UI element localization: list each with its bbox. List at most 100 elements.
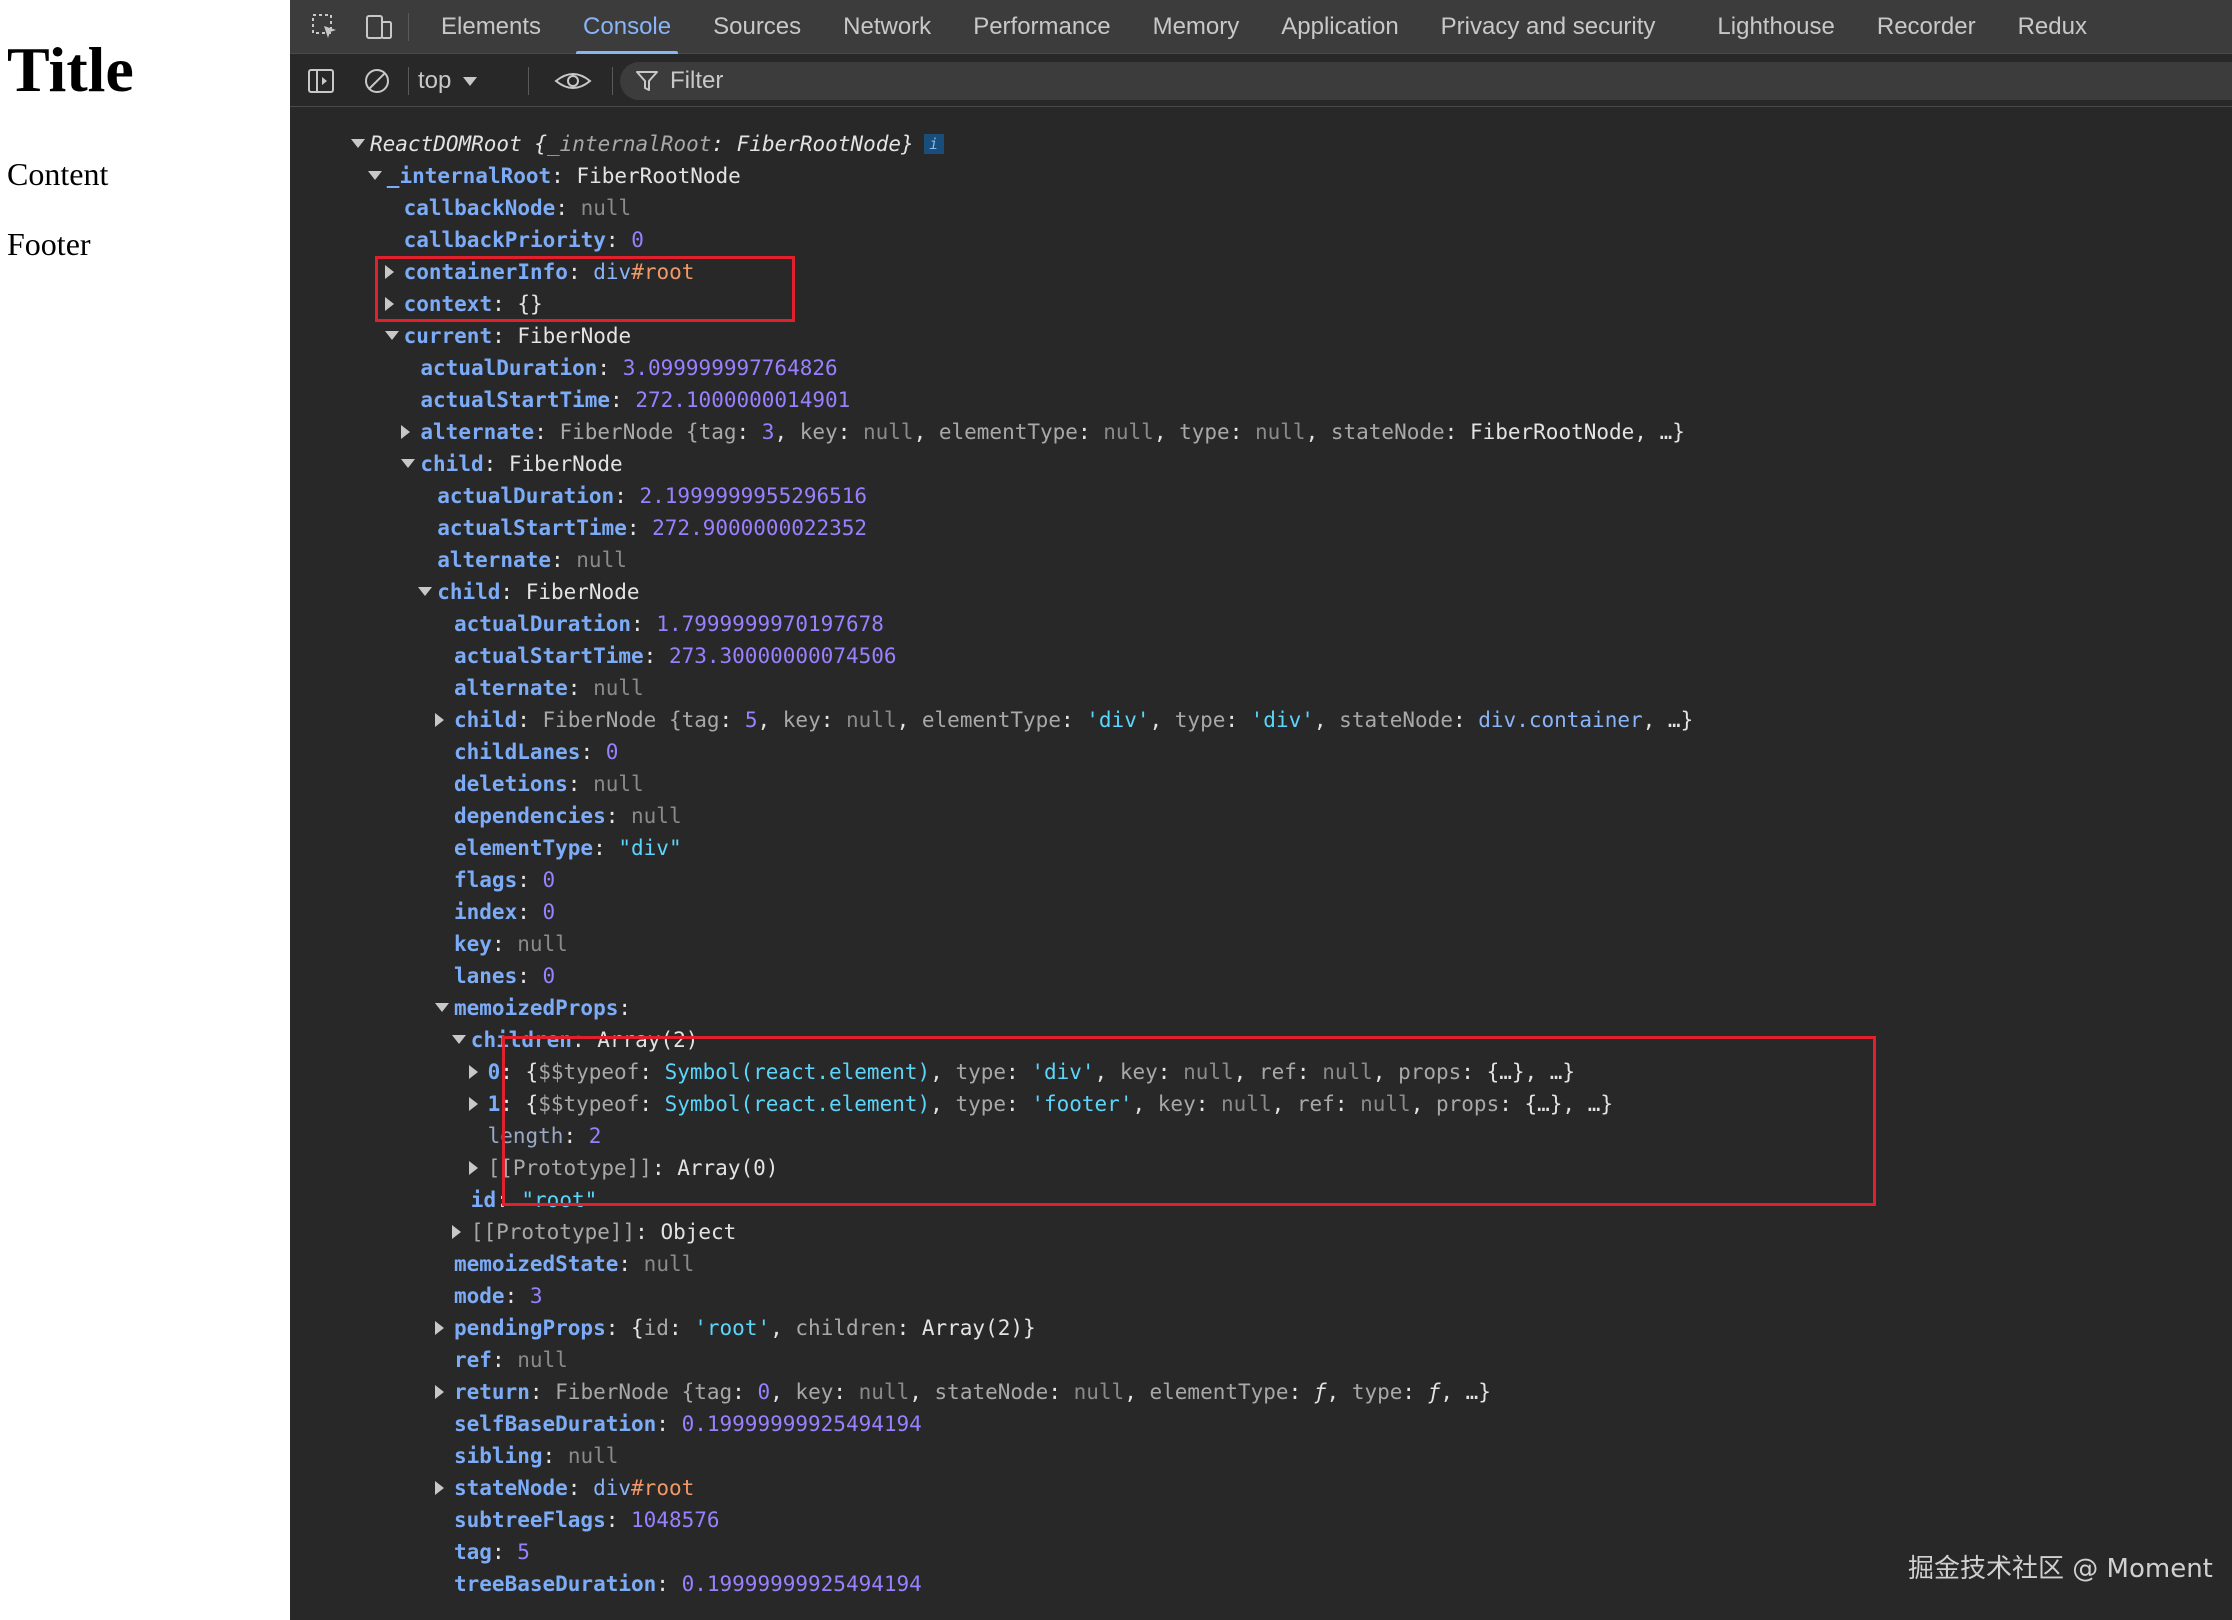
live-expression-eye-icon[interactable] (538, 64, 608, 98)
console-tree-row: actualStartTime: 272.9000000022352 (437, 512, 867, 544)
console-token: null (517, 932, 568, 956)
console-token: , (909, 1380, 935, 1404)
console-token: "div" (618, 836, 682, 860)
console-tree-row[interactable]: current: FiberNode (384, 320, 631, 352)
console-tree-row: deletions: null (454, 768, 644, 800)
expand-triangle-down-icon[interactable] (418, 587, 433, 596)
console-token: null (858, 1380, 910, 1404)
console-token: : (517, 900, 543, 924)
console-token: , (1124, 1380, 1150, 1404)
console-token: 0 (542, 900, 556, 924)
expand-triangle-right-icon[interactable] (435, 1385, 444, 1399)
console-token: div (593, 260, 632, 284)
console-token: tag (698, 420, 737, 444)
console-token: index (454, 900, 518, 924)
tab-performance[interactable]: Performance (952, 0, 1131, 54)
console-token: : (605, 228, 632, 252)
console-token: : Array(2)} (896, 1316, 1036, 1340)
expand-triangle-right-icon[interactable] (468, 1065, 478, 1079)
console-token: length (487, 1124, 564, 1148)
expand-triangle-right-icon[interactable] (384, 265, 394, 279)
filter-input[interactable]: Filter (620, 62, 2232, 100)
console-tree-row: actualDuration: 2.1999999955296516 (437, 480, 867, 512)
tab-privacy-and-security[interactable]: Privacy and security (1420, 0, 1677, 54)
console-tree-row: elementType: "div" (454, 832, 682, 864)
expand-triangle-down-icon[interactable] (351, 139, 365, 148)
console-tree-row[interactable]: ReactDOMRoot {_internalRoot: FiberRootNo… (351, 128, 944, 160)
tab-memory[interactable]: Memory (1132, 0, 1261, 54)
console-tree-row[interactable]: context: {} (384, 288, 543, 320)
sidebar-toggle-icon[interactable] (304, 64, 338, 98)
expand-triangle-down-icon[interactable] (367, 171, 382, 180)
device-toolbar-icon[interactable] (362, 10, 396, 44)
console-tree-row[interactable]: alternate: FiberNode {tag: 3, key: null,… (401, 416, 1685, 448)
console-token: 272.9000000022352 (652, 516, 868, 540)
console-tree-row[interactable]: child: FiberNode {tag: 5, key: null, ele… (435, 704, 1693, 736)
console-token: alternate (454, 676, 568, 700)
expand-triangle-down-icon[interactable] (401, 459, 416, 468)
tab-elements[interactable]: Elements (420, 0, 562, 54)
console-token: , (1233, 1060, 1259, 1084)
expand-triangle-down-icon[interactable] (451, 1035, 466, 1044)
console-token: 1.7999999970197678 (656, 612, 884, 636)
console-tree-row[interactable]: child: FiberNode (418, 576, 639, 608)
page-preview: Title Content Footer (0, 0, 290, 1620)
inspect-element-icon[interactable] (308, 10, 342, 44)
console-token: actualStartTime (437, 516, 627, 540)
tab-lighthouse[interactable]: Lighthouse (1696, 0, 1855, 54)
console-tree-row[interactable]: return: FiberNode {tag: 0, key: null, st… (435, 1376, 1491, 1408)
console-token: : (1060, 708, 1087, 732)
console-token: callbackNode (403, 196, 556, 220)
console-token: : (597, 356, 623, 380)
console-token: : (1048, 1380, 1074, 1404)
expand-triangle-down-icon[interactable] (435, 1003, 449, 1012)
tab-console[interactable]: Console (562, 0, 692, 54)
console-tree-row[interactable]: child: FiberNode (401, 448, 623, 480)
console-token: "root" (521, 1188, 598, 1212)
console-token: type (955, 1060, 1007, 1084)
info-badge-icon[interactable]: i (923, 134, 944, 154)
tab-application[interactable]: Application (1260, 0, 1419, 54)
console-token: Symbol(react.element) (664, 1060, 931, 1084)
expand-triangle-right-icon[interactable] (468, 1097, 478, 1111)
console-tree-row[interactable]: children: Array(2) (451, 1024, 698, 1056)
console-tree-row: tag: 5 (454, 1536, 530, 1568)
expand-triangle-right-icon[interactable] (401, 425, 411, 439)
expand-triangle-right-icon[interactable] (435, 713, 444, 727)
console-tree-row[interactable]: stateNode: div#root (435, 1472, 694, 1504)
console-token: [[Prototype]] (487, 1156, 652, 1180)
clear-console-icon[interactable] (360, 64, 394, 98)
console-token: key (454, 932, 492, 956)
console-token: : (1195, 1092, 1222, 1116)
expand-triangle-right-icon[interactable] (435, 1481, 444, 1495)
console-token: memoizedState (454, 1252, 619, 1276)
console-token: : (517, 708, 543, 732)
console-token: ref (454, 1348, 492, 1372)
console-tree-row[interactable]: pendingProps: {id: 'root', children: Arr… (435, 1312, 1036, 1344)
console-tree-row[interactable]: memoizedProps: (435, 992, 631, 1024)
tab-network[interactable]: Network (822, 0, 952, 54)
console-tree-row[interactable]: 1: {$$typeof: Symbol(react.element), typ… (468, 1088, 1613, 1120)
console-tree-row[interactable]: containerInfo: div#root (384, 256, 694, 288)
tab-recorder[interactable]: Recorder (1856, 0, 1997, 54)
console-token: : (1006, 1092, 1032, 1116)
console-token: selfBaseDuration (454, 1412, 657, 1436)
console-tree-row[interactable]: 0: {$$typeof: Symbol(react.element), typ… (468, 1056, 1575, 1088)
expand-triangle-right-icon[interactable] (451, 1225, 461, 1239)
console-tree-row[interactable]: [[Prototype]]: Array(0) (468, 1152, 778, 1184)
console-token: return (454, 1380, 530, 1404)
context-selector[interactable]: top (418, 63, 478, 99)
console-token: mode (454, 1284, 505, 1308)
console-token: flags (454, 868, 518, 892)
tab-sources[interactable]: Sources (692, 0, 822, 54)
console-tree-row[interactable]: _internalRoot: FiberRootNode (367, 160, 741, 192)
console-token: FiberNode { (555, 1380, 695, 1404)
console-token: null (576, 548, 627, 572)
expand-triangle-right-icon[interactable] (468, 1161, 478, 1175)
console-token: stateNode (934, 1380, 1049, 1404)
expand-triangle-down-icon[interactable] (384, 331, 399, 340)
tab-redux[interactable]: Redux (1997, 0, 2108, 54)
expand-triangle-right-icon[interactable] (384, 297, 394, 311)
console-tree-row[interactable]: [[Prototype]]: Object (451, 1216, 736, 1248)
expand-triangle-right-icon[interactable] (435, 1321, 444, 1335)
